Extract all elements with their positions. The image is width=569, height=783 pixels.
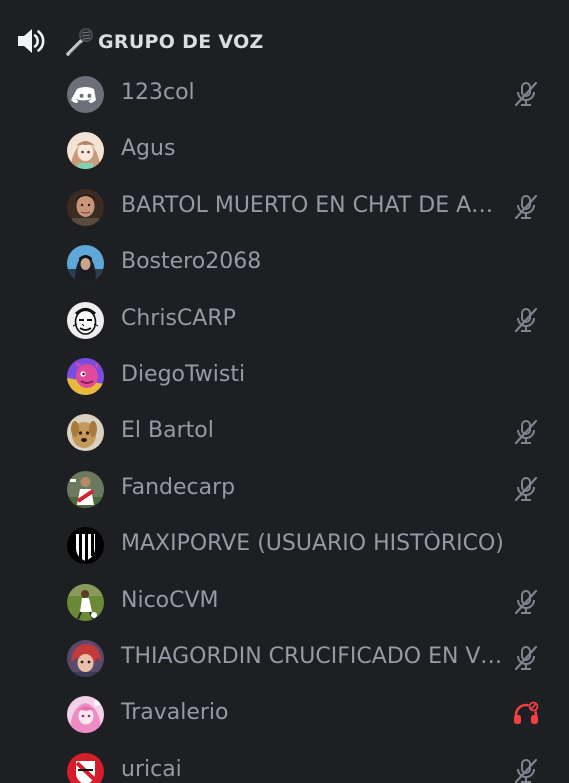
anime-girl-avatar-icon xyxy=(67,132,104,170)
speaker-icon xyxy=(14,24,48,58)
football-player-avatar-icon xyxy=(67,470,104,508)
muted-microphone-icon xyxy=(512,418,540,446)
member-name: El Bartol xyxy=(121,418,214,444)
voice-member[interactable]: uricai xyxy=(0,743,569,783)
microphone-emoji-icon xyxy=(62,26,96,58)
voice-channel-panel: GRUPO DE VOZ 123col Agus BARTOL MUERTO E… xyxy=(0,0,569,783)
person-photo-avatar-icon xyxy=(67,188,104,226)
member-name: Fandecarp xyxy=(121,474,236,500)
voice-member[interactable]: DiegoTwisti xyxy=(0,348,569,404)
member-name: Travalerio xyxy=(121,700,229,726)
voice-member[interactable]: THIAGORDIN CRUCIFICADO EN VOZ xyxy=(0,630,569,686)
voice-member[interactable]: ChrisCARP xyxy=(0,292,569,348)
red-hair-character-avatar-icon xyxy=(67,639,104,677)
striped-shield-avatar-icon xyxy=(67,527,104,565)
channel-name: GRUPO DE VOZ xyxy=(98,31,264,53)
member-name: NicoCVM xyxy=(121,587,219,613)
deafened-headset-icon xyxy=(512,700,540,728)
voice-member[interactable]: Bostero2068 xyxy=(0,235,569,291)
voice-member[interactable]: BARTOL MUERTO EN CHAT DE AUDIO xyxy=(0,179,569,235)
member-name: uricai xyxy=(121,756,182,782)
pink-anime-avatar-icon xyxy=(67,696,104,734)
voice-member[interactable]: El Bartol xyxy=(0,404,569,460)
voice-member[interactable]: Fandecarp xyxy=(0,461,569,517)
muted-microphone-icon xyxy=(512,306,540,334)
member-name: Bostero2068 xyxy=(121,249,262,275)
member-name: DiegoTwisti xyxy=(121,361,246,387)
member-name: 123col xyxy=(121,80,195,105)
member-list: 123col Agus BARTOL MUERTO EN CHAT DE AUD… xyxy=(0,66,569,783)
pink-creature-avatar-icon xyxy=(67,357,104,395)
member-name: BARTOL MUERTO EN CHAT DE AUDIO xyxy=(121,192,506,218)
voice-member[interactable]: Agus xyxy=(0,122,569,178)
voice-member[interactable]: NicoCVM xyxy=(0,574,569,630)
red-shield-avatar-icon xyxy=(67,752,104,783)
muted-microphone-icon xyxy=(512,475,540,503)
muted-microphone-icon xyxy=(512,588,540,616)
voice-member[interactable]: 123col xyxy=(0,66,569,122)
member-name: Agus xyxy=(121,136,176,162)
muted-microphone-icon xyxy=(512,80,540,108)
member-name: MAXIPORVE (USUARIO HISTÓRICO) xyxy=(121,531,504,557)
member-name: THIAGORDIN CRUCIFICADO EN VOZ xyxy=(121,643,506,669)
football-field-avatar-icon xyxy=(67,583,104,621)
voice-member[interactable]: Travalerio xyxy=(0,686,569,742)
dog-avatar-icon xyxy=(67,414,104,452)
discord-default-avatar-icon xyxy=(67,76,104,113)
voice-channel-header[interactable]: GRUPO DE VOZ xyxy=(0,22,569,62)
muted-microphone-icon xyxy=(512,193,540,221)
sketch-face-avatar-icon xyxy=(67,301,104,339)
muted-microphone-icon xyxy=(512,757,540,783)
muted-microphone-icon xyxy=(512,644,540,672)
hooded-figure-avatar-icon xyxy=(67,245,104,283)
member-name: ChrisCARP xyxy=(121,305,236,331)
voice-member[interactable]: MAXIPORVE (USUARIO HISTÓRICO) xyxy=(0,517,569,573)
